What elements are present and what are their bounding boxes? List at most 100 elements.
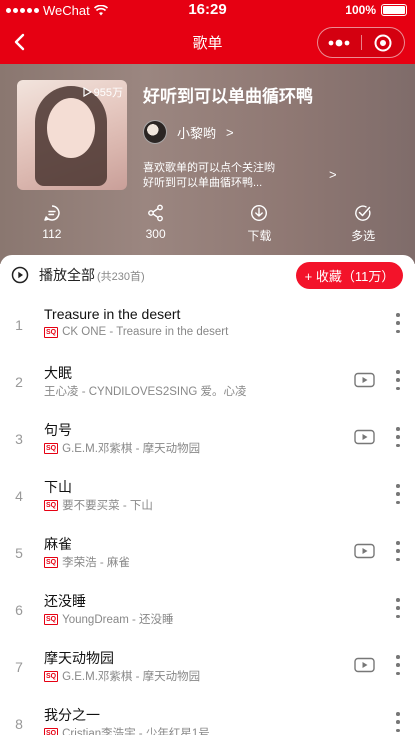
more-options-icon[interactable] bbox=[395, 598, 401, 618]
more-dot bbox=[396, 378, 400, 382]
action-bar: 112 300 下载 多选 bbox=[0, 204, 415, 254]
share-count: 300 bbox=[145, 227, 166, 241]
mini-program-capsule bbox=[317, 27, 405, 58]
download-button[interactable]: 下载 bbox=[208, 204, 312, 254]
more-options-icon[interactable] bbox=[395, 541, 401, 561]
play-count: 955万 bbox=[83, 84, 123, 100]
song-index: 8 bbox=[15, 716, 23, 732]
creator-name: 小黎哟 bbox=[177, 125, 217, 141]
list-header: 播放全部 (共230首) + 收藏（11万） bbox=[0, 255, 415, 297]
more-options-icon[interactable] bbox=[395, 712, 401, 732]
song-row[interactable]: 8 我分之一 SQ Cristian李浩宇 - 少年红星1号 bbox=[0, 696, 415, 735]
sq-badge: SQ bbox=[44, 326, 59, 338]
more-dot bbox=[396, 728, 400, 732]
song-subtitle-group: 王心凌 - CYNDILOVES2SING 爱。心凌 bbox=[44, 383, 247, 399]
song-index: 2 bbox=[15, 374, 23, 390]
sq-badge: SQ bbox=[44, 613, 59, 625]
song-count: (共230首) bbox=[97, 271, 145, 283]
capsule-menu-button[interactable] bbox=[318, 28, 361, 57]
multi-select-button[interactable]: 多选 bbox=[311, 204, 415, 254]
sq-badge: SQ bbox=[44, 727, 59, 735]
playlist-cover[interactable]: 955万 bbox=[17, 80, 127, 190]
more-options-icon[interactable] bbox=[395, 655, 401, 675]
playlist-description[interactable]: 喜欢歌单的可以点个关注哟 好听到可以单曲循环鸭... bbox=[143, 161, 323, 191]
song-subtitle-group: SQ G.E.M.邓紫棋 - 摩天动物园 bbox=[44, 440, 200, 456]
song-title: 摩天动物园 bbox=[44, 650, 114, 666]
song-row[interactable]: 1 Treasure in the desert SQ CK ONE - Treasu… bbox=[0, 297, 415, 354]
creator-link[interactable]: 小黎哟 > bbox=[143, 120, 234, 144]
more-options-icon[interactable] bbox=[395, 313, 401, 333]
more-dot bbox=[396, 427, 400, 431]
comment-count: 112 bbox=[42, 227, 62, 241]
song-title: Treasure in the desert bbox=[44, 306, 181, 322]
song-subtitle-group: SQ Cristian李浩宇 - 少年红星1号 bbox=[44, 725, 210, 735]
playlist-title: 好听到可以单曲循环鸭 bbox=[143, 87, 313, 106]
mv-video-icon[interactable] bbox=[354, 543, 375, 559]
play-triangle-icon bbox=[83, 87, 92, 97]
more-dot bbox=[396, 655, 400, 659]
more-options-icon[interactable] bbox=[395, 427, 401, 447]
sq-badge: SQ bbox=[44, 499, 59, 511]
comment-button[interactable]: 112 bbox=[0, 204, 104, 254]
song-row[interactable]: 7 摩天动物园 SQ G.E.M.邓紫棋 - 摩天动物园 bbox=[0, 639, 415, 696]
song-index: 7 bbox=[15, 659, 23, 675]
song-index: 6 bbox=[15, 602, 23, 618]
more-dot bbox=[396, 492, 400, 496]
song-artist-album: 要不要买菜 - 下山 bbox=[62, 500, 153, 512]
more-dot bbox=[396, 712, 400, 716]
more-dot bbox=[396, 671, 400, 675]
share-button[interactable]: 300 bbox=[104, 204, 208, 254]
song-title: 句号 bbox=[44, 422, 72, 438]
more-dot bbox=[396, 549, 400, 553]
status-bar: WeChat 16:29 100% bbox=[0, 0, 415, 20]
song-row[interactable]: 3 句号 SQ G.E.M.邓紫棋 - 摩天动物园 bbox=[0, 411, 415, 468]
song-title: 大眠 bbox=[44, 365, 72, 381]
song-title: 下山 bbox=[44, 479, 72, 495]
more-dot bbox=[396, 313, 400, 317]
play-count-value: 955万 bbox=[93, 87, 123, 99]
play-all-button[interactable]: 播放全部 (共230首) bbox=[11, 265, 145, 285]
song-artist-album: CK ONE - Treasure in the desert bbox=[62, 326, 229, 338]
song-subtitle-group: SQ G.E.M.邓紫棋 - 摩天动物园 bbox=[44, 668, 200, 684]
song-artist-album: YoungDream - 还没睡 bbox=[62, 614, 174, 626]
multi-select-icon bbox=[355, 205, 371, 221]
more-dot bbox=[396, 606, 400, 610]
mv-video-icon[interactable] bbox=[354, 657, 375, 673]
song-row[interactable]: 6 还没睡 SQ YoungDream - 还没睡 bbox=[0, 582, 415, 639]
more-dot bbox=[396, 435, 400, 439]
song-title: 还没睡 bbox=[44, 593, 86, 609]
more-options-icon[interactable] bbox=[395, 484, 401, 504]
download-icon bbox=[251, 204, 268, 222]
more-dot bbox=[396, 370, 400, 374]
more-dot bbox=[396, 500, 400, 504]
song-artist-album: G.E.M.邓紫棋 - 摩天动物园 bbox=[62, 671, 201, 683]
more-dot bbox=[396, 484, 400, 488]
song-row[interactable]: 4 下山 SQ 要不要买菜 - 下山 bbox=[0, 468, 415, 525]
description-line-2: 好听到可以单曲循环鸭... bbox=[143, 177, 263, 189]
play-all-label: 播放全部 bbox=[39, 267, 95, 283]
battery-icon bbox=[381, 4, 407, 16]
battery-percent: 100% bbox=[345, 3, 376, 17]
more-options-icon[interactable] bbox=[395, 370, 401, 390]
mv-video-icon[interactable] bbox=[354, 429, 375, 445]
more-dot bbox=[396, 321, 400, 325]
song-artist-album: Cristian李浩宇 - 少年红星1号 bbox=[62, 728, 210, 735]
more-dot bbox=[396, 598, 400, 602]
play-circle-icon bbox=[11, 266, 29, 284]
mv-video-icon[interactable] bbox=[354, 372, 375, 388]
sq-badge: SQ bbox=[44, 670, 59, 682]
battery-group: 100% bbox=[345, 3, 407, 17]
description-arrow[interactable]: > bbox=[329, 167, 337, 182]
nav-bar: 歌单 bbox=[0, 20, 415, 64]
song-index: 5 bbox=[15, 545, 23, 561]
song-row[interactable]: 5 麻雀 SQ 李荣浩 - 麻雀 bbox=[0, 525, 415, 582]
song-subtitle-group: SQ YoungDream - 还没睡 bbox=[44, 611, 174, 627]
collect-button[interactable]: + 收藏（11万） bbox=[296, 262, 403, 289]
capsule-close-button[interactable] bbox=[362, 28, 405, 57]
playlist-header: 955万 好听到可以单曲循环鸭 小黎哟 > 喜欢歌单的可以点个关注哟 好听到可以… bbox=[0, 64, 415, 264]
sq-badge: SQ bbox=[44, 556, 59, 568]
share-icon bbox=[147, 204, 163, 222]
song-row[interactable]: 2 大眠王心凌 - CYNDILOVES2SING 爱。心凌 bbox=[0, 354, 415, 411]
multi-select-label: 多选 bbox=[351, 229, 376, 243]
more-dot bbox=[396, 443, 400, 447]
